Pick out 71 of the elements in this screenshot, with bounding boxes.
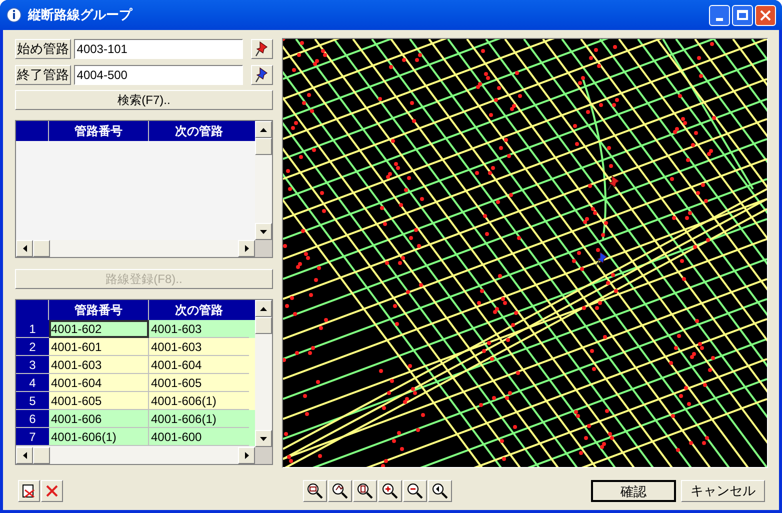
end-pin-button[interactable]	[251, 65, 273, 85]
header-cell: 管路番号	[49, 121, 149, 141]
scrollbar-corner	[255, 447, 272, 464]
row-number: 4	[16, 374, 49, 392]
zoom-in-icon	[382, 483, 398, 499]
field-label: 始め管路	[15, 39, 71, 59]
map-tool-button[interactable]	[353, 480, 377, 502]
route-row[interactable]: 3 4001-603 4001-604	[16, 356, 255, 374]
map-tool-button[interactable]	[303, 480, 327, 502]
maximize-button[interactable]	[732, 4, 753, 26]
scroll-thumb[interactable]	[255, 317, 272, 334]
route-row[interactable]: 5 4001-605 4001-606(1)	[16, 392, 255, 410]
header-cell-text: 次の管路	[174, 302, 224, 319]
map-tool-button[interactable]	[428, 480, 452, 502]
minimize-button[interactable]	[709, 4, 730, 26]
route-row[interactable]: 4 4001-604 4001-605	[16, 374, 255, 392]
table-cell: 4001-606(1)	[49, 428, 149, 446]
scroll-thumb[interactable]	[33, 240, 50, 257]
header-cell-text: 次の管路	[174, 123, 224, 140]
route-row[interactable]: 2 4001-601 4001-603	[16, 338, 255, 356]
zoom-window-icon	[307, 483, 323, 499]
pipe-input-field[interactable]: 4004-500	[74, 65, 244, 85]
scroll-up-icon[interactable]	[255, 121, 272, 138]
table-cell: 4001-602	[49, 320, 149, 338]
map-tool-button[interactable]	[378, 480, 402, 502]
map-tool-button[interactable]	[403, 480, 427, 502]
horizontal-scrollbar[interactable]	[16, 240, 272, 257]
zoom-previous-icon	[432, 483, 448, 499]
start-pin-button[interactable]	[251, 39, 273, 59]
scroll-thumb[interactable]	[255, 138, 272, 155]
crossed-page-icon	[22, 484, 36, 498]
row-number: 1	[16, 320, 49, 338]
search-button[interactable]: 検索(F7)..	[15, 90, 273, 110]
scroll-down-icon[interactable]	[255, 430, 272, 447]
scroll-left-icon[interactable]	[16, 447, 33, 464]
row-number: 6	[16, 410, 49, 428]
map-tool-button[interactable]	[328, 480, 352, 502]
scroll-up-icon[interactable]	[255, 300, 272, 317]
header-cell: 管路番号	[49, 300, 149, 320]
delete-button[interactable]	[41, 480, 63, 502]
close-icon	[760, 10, 771, 20]
route-row[interactable]: 7 4001-606(1) 4001-600	[16, 428, 255, 446]
delete-icon	[45, 484, 59, 498]
ok-button[interactable]: 確認	[591, 480, 676, 502]
row-number: 2	[16, 338, 49, 356]
scrollbar-corner	[255, 240, 272, 257]
start-pin-icon	[607, 175, 621, 191]
route-row[interactable]: 1 4001-602 4001-603	[16, 320, 255, 338]
vertical-scrollbar[interactable]	[255, 300, 272, 447]
pipe-input-field[interactable]: 4003-101	[74, 39, 244, 59]
vertical-scrollbar[interactable]	[255, 121, 272, 240]
scroll-right-icon[interactable]	[238, 447, 255, 464]
table-cell: 4001-600	[149, 428, 249, 446]
scroll-down-icon[interactable]	[255, 223, 272, 240]
row-number: 5	[16, 392, 49, 410]
scroll-right-icon[interactable]	[238, 240, 255, 257]
field-label: 終了管路	[15, 65, 71, 85]
close-button[interactable]	[755, 4, 776, 26]
cancel-button[interactable]: キャンセル	[681, 480, 765, 502]
row-number: 7	[16, 428, 49, 446]
info-icon	[6, 7, 22, 23]
zoom-page-icon	[357, 483, 373, 499]
scroll-thumb[interactable]	[33, 447, 50, 464]
row-number: 3	[16, 356, 49, 374]
route-row[interactable]: 6 4001-606 4001-606(1)	[16, 410, 255, 428]
horizontal-scrollbar[interactable]	[16, 447, 272, 464]
clear-button[interactable]	[18, 480, 40, 502]
scroll-left-icon[interactable]	[16, 240, 33, 257]
end-pin-icon	[595, 251, 609, 267]
zoom-out-icon	[407, 483, 423, 499]
window-title: 縦断路線グループ	[28, 6, 132, 24]
